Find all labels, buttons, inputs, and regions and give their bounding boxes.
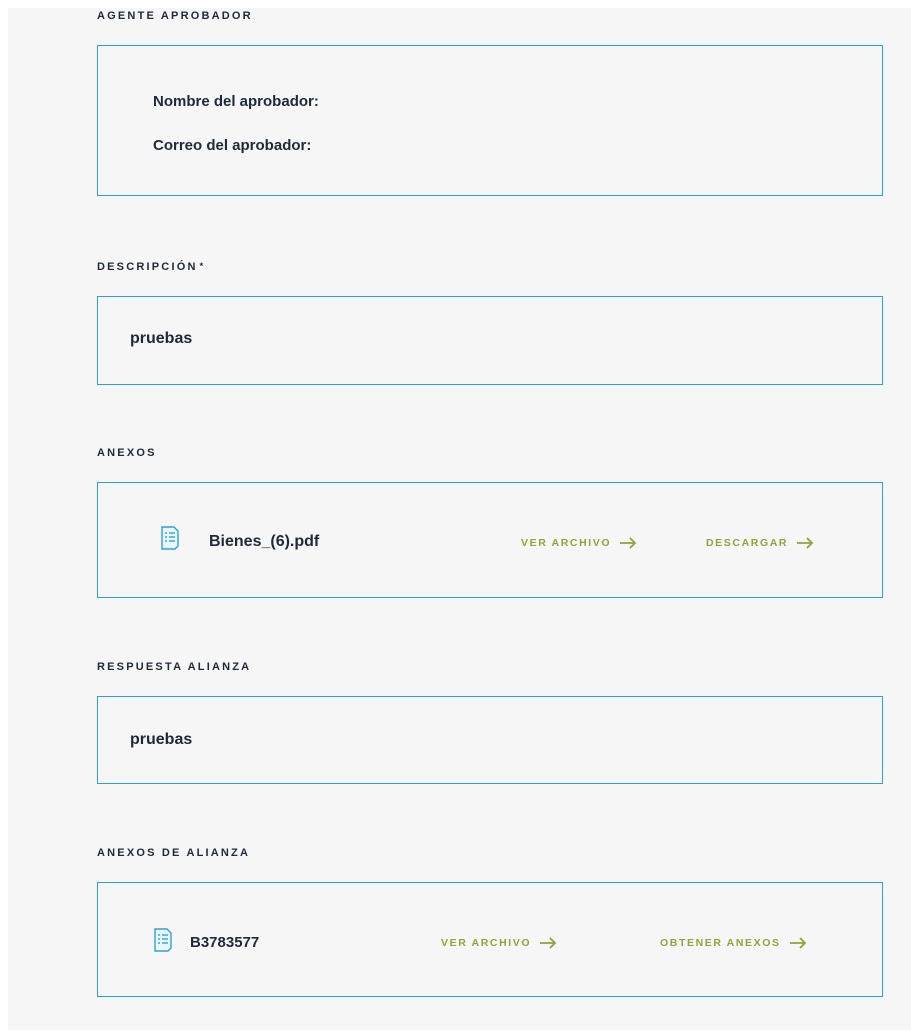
annex-file-name: Bienes_(6).pdf bbox=[209, 533, 320, 550]
document-icon bbox=[161, 526, 179, 550]
description-box: pruebas bbox=[97, 296, 883, 385]
approver-name-label: Nombre del aprobador: bbox=[153, 93, 319, 110]
alliance-response-section-title: RESPUESTA ALIANZA bbox=[97, 661, 252, 673]
alliance-annexes-section-title: ANEXOS DE ALIANZA bbox=[97, 847, 251, 859]
view-file-button[interactable]: VER ARCHIVO bbox=[521, 537, 637, 549]
view-file-label: VER ARCHIVO bbox=[521, 537, 612, 549]
alliance-response-value: pruebas bbox=[130, 731, 193, 748]
download-label: DESCARGAR bbox=[706, 537, 789, 549]
approver-email-label: Correo del aprobador: bbox=[153, 137, 312, 154]
annexes-box: Bienes_(6).pdf VER ARCHIVO DESCARGAR bbox=[97, 482, 883, 598]
arrow-right-icon bbox=[540, 937, 557, 949]
required-mark: * bbox=[199, 261, 206, 271]
alliance-annexes-box: B3783577 VER ARCHIVO OBTENER ANEXOS bbox=[97, 882, 883, 997]
annexes-section-title: ANEXOS bbox=[97, 447, 157, 459]
approver-box: Nombre del aprobador: Correo del aprobad… bbox=[97, 45, 883, 196]
approver-section-title: AGENTE APROBADOR bbox=[97, 10, 253, 22]
alliance-view-file-button[interactable]: VER ARCHIVO bbox=[441, 937, 557, 949]
description-section-title: DESCRIPCIÓN * bbox=[97, 261, 205, 273]
document-icon bbox=[154, 928, 172, 952]
description-title-text: DESCRIPCIÓN bbox=[97, 261, 198, 273]
alliance-view-file-label: VER ARCHIVO bbox=[441, 937, 532, 949]
download-button[interactable]: DESCARGAR bbox=[706, 537, 814, 549]
arrow-right-icon bbox=[789, 937, 806, 949]
arrow-right-icon bbox=[797, 537, 814, 549]
description-value: pruebas bbox=[130, 330, 193, 347]
get-annexes-label: OBTENER ANEXOS bbox=[660, 937, 781, 949]
get-annexes-button[interactable]: OBTENER ANEXOS bbox=[660, 937, 807, 949]
alliance-response-box: pruebas bbox=[97, 696, 883, 784]
arrow-right-icon bbox=[620, 537, 637, 549]
alliance-annex-file-name: B3783577 bbox=[190, 934, 260, 951]
